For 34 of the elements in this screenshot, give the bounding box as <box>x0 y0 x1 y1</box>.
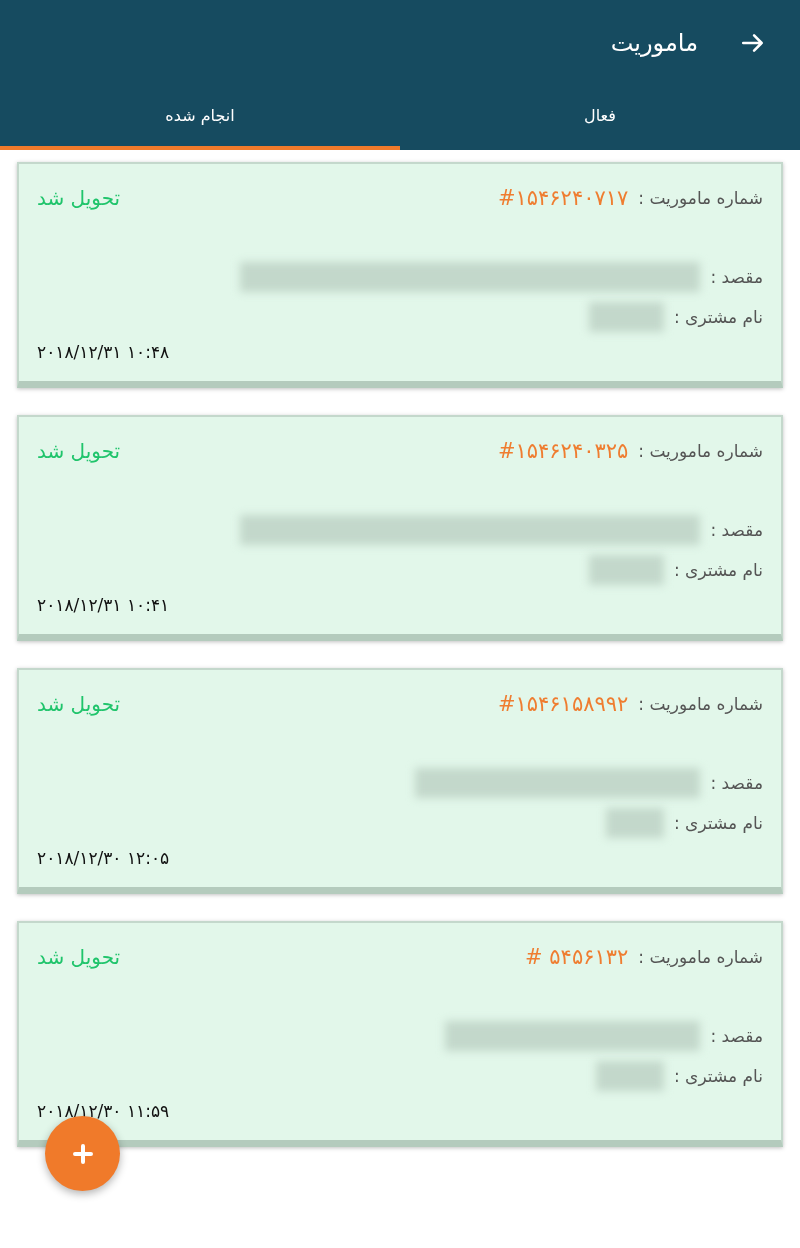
tab[interactable]: فعال <box>400 85 800 150</box>
mission-card[interactable]: شماره ماموریت : #۱۵۴۶۲۴۰۷۱۷ تحویل شد مقصد : نام مشتری : ۲۰۱۸/۱۲/۳۱ ۱۰:۴۸ <box>17 162 783 388</box>
delivery-status: تحویل شد <box>37 945 121 969</box>
mission-number-label: شماره ماموریت : <box>638 947 763 967</box>
delivery-status: تحویل شد <box>37 186 121 210</box>
delivery-status: تحویل شد <box>37 439 121 463</box>
tab[interactable]: انجام شده <box>0 85 400 150</box>
mission-number: #۱۵۴۶۱۵۸۹۹۲ <box>497 692 629 716</box>
mission-number-label: شماره ماموریت : <box>638 188 763 208</box>
mission-card[interactable]: شماره ماموریت : #۱۵۴۶۲۴۰۳۲۵ تحویل شد مقصد : نام مشتری : ۲۰۱۸/۱۲/۳۱ ۱۰:۴۱ <box>17 415 783 641</box>
customer-name-label: نام مشتری : <box>673 813 763 833</box>
mission-number: #۱۵۴۶۲۴۰۳۲۵ <box>497 439 629 463</box>
customer-name-label: نام مشتری : <box>673 1066 763 1086</box>
mission-datetime: ۲۰۱۸/۱۲/۳۱ ۱۰:۴۱ <box>37 595 170 615</box>
mission-datetime: ۲۰۱۸/۱۲/۳۰ ۱۱:۵۹ <box>37 1101 170 1121</box>
mission-datetime: ۲۰۱۸/۱۲/۳۱ ۱۰:۴۸ <box>37 342 170 362</box>
delivery-status: تحویل شد <box>37 692 121 716</box>
plus-icon <box>70 1141 95 1166</box>
mission-number-label: شماره ماموریت : <box>638 694 763 714</box>
destination-label: مقصد : <box>710 1026 763 1046</box>
mission-card[interactable]: شماره ماموریت : #۱۵۴۶۱۵۸۹۹۲ تحویل شد مقصد : نام مشتری : ۲۰۱۸/۱۲/۳۰ ۱۲:۰۵ <box>17 668 783 894</box>
customer-name-label: نام مشتری : <box>673 307 763 327</box>
screen-title: ماموریت <box>610 28 698 57</box>
customer-name-label: نام مشتری : <box>673 560 763 580</box>
redacted-bar <box>605 808 664 838</box>
destination-label: مقصد : <box>710 520 763 540</box>
mission-number: #۱۵۴۶۲۴۰۷۱۷ <box>497 186 629 210</box>
redacted-bar <box>595 1061 664 1091</box>
mission-datetime: ۲۰۱۸/۱۲/۳۰ ۱۲:۰۵ <box>37 848 170 868</box>
mission-number-label: شماره ماموریت : <box>638 441 763 461</box>
mission-card[interactable]: شماره ماموریت : # ۵۴۵۶۱۳۲ تحویل شد مقصد : نام مشتری : ۲۰۱۸/۱۲/۳۰ ۱۱:۵۹ <box>17 921 783 1147</box>
destination-label: مقصد : <box>710 773 763 793</box>
destination-label: مقصد : <box>710 267 763 287</box>
mission-number: # ۵۴۵۶۱۳۲ <box>525 945 629 969</box>
